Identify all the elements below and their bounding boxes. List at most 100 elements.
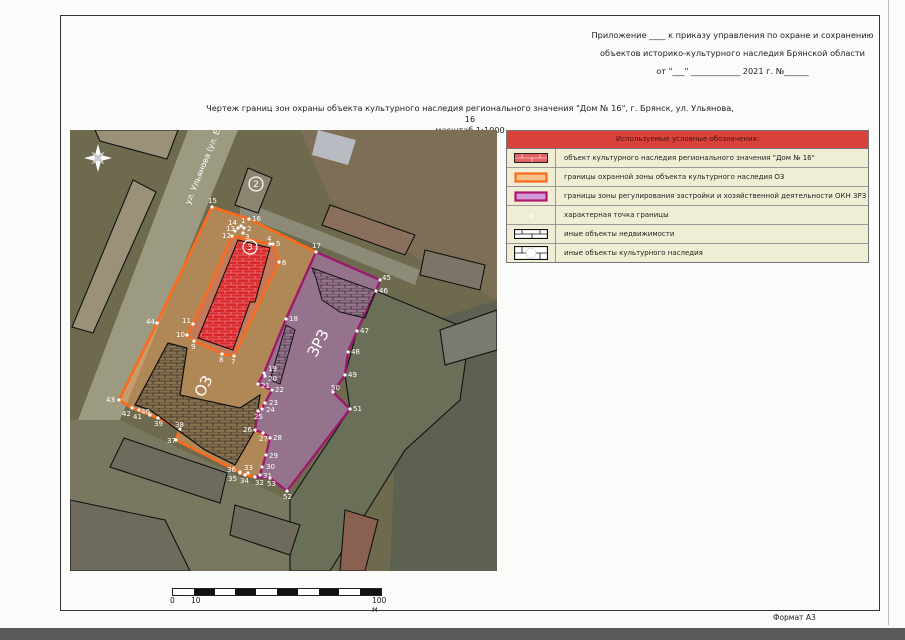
scale-segment	[339, 589, 361, 595]
boundary-point-label: 7	[231, 358, 235, 366]
boundary-point-label: 26	[243, 426, 252, 434]
boundary-point-label: 18	[289, 315, 298, 323]
boundary-point-label: 37	[167, 437, 176, 445]
boundary-point-6	[277, 260, 281, 264]
boundary-point-51	[348, 407, 352, 411]
white-dot-icon	[529, 214, 533, 218]
boundary-point-26	[253, 428, 257, 432]
boundary-point-16	[247, 217, 251, 221]
boundary-point-2	[242, 226, 246, 230]
boundary-point-19	[262, 371, 266, 375]
scale-segment	[173, 589, 194, 595]
boundary-point-label: 28	[273, 434, 282, 442]
boundary-point-label: 6	[282, 259, 287, 267]
boundary-point-43	[117, 398, 121, 402]
page-edge-line	[888, 0, 889, 625]
legend-label: характерная точка границы	[564, 211, 669, 219]
boundary-point-label: 27	[259, 435, 268, 443]
scale-segment	[318, 589, 340, 595]
boundary-point-label: 16	[252, 215, 261, 223]
legend-item: границы охранной зоны объекта культурног…	[507, 168, 868, 187]
boundary-point-17	[314, 250, 318, 254]
boundary-point-label: 1	[241, 217, 245, 225]
boundary-point-18	[284, 317, 288, 321]
title-main: Чертеж границ зон охраны объекта культур…	[206, 103, 734, 124]
boundary-point-label: 40	[141, 408, 150, 416]
boundary-point-label: 32	[255, 479, 264, 487]
appendix-line: Приложение ____ к приказу управления по …	[591, 30, 874, 40]
red-brick-icon	[514, 153, 548, 163]
boundary-point-44	[155, 321, 159, 325]
scale-start: 0	[170, 596, 175, 605]
scale-segment	[193, 589, 215, 595]
boundary-point-label: 42	[122, 410, 131, 418]
legend-label: границы зоны регулирования застройки и х…	[564, 192, 867, 200]
legend-label: иные объекты культурного наследия	[564, 249, 703, 257]
boundary-point-48	[346, 350, 350, 354]
boundary-point-label: 22	[275, 386, 284, 394]
scale-segment	[276, 589, 298, 595]
appendix-note: Приложение ____ к приказу управления по …	[590, 26, 875, 80]
scale-mid: 10	[191, 596, 201, 605]
boundary-point-label: 41	[133, 413, 142, 421]
scale-segment	[297, 589, 319, 595]
legend: Используемые условные обозначения: объек…	[506, 130, 869, 263]
scale-bar-segments	[172, 588, 382, 596]
boundary-point-label: 33	[244, 464, 253, 472]
scale-segment	[235, 589, 257, 595]
legend-item: границы зоны регулирования застройки и х…	[507, 187, 868, 206]
legend-item: иные объекты недвижимости	[507, 225, 868, 244]
boundary-point-24	[260, 407, 264, 411]
boundary-point-22	[270, 388, 274, 392]
boundary-point-23	[263, 401, 267, 405]
scale-segment	[214, 589, 236, 595]
orange-border-icon	[514, 171, 548, 183]
boundary-point-label: 10	[176, 331, 185, 339]
scale-segment	[360, 589, 381, 595]
black-brick-icon	[514, 229, 548, 239]
boundary-point-label: 4	[267, 235, 272, 243]
boundary-point-10	[185, 333, 189, 337]
boundary-point-label: 52	[283, 493, 292, 501]
boundary-point-label: 12	[222, 232, 231, 240]
boundary-point-label: 44	[146, 318, 155, 326]
boundary-point-label: 11	[182, 317, 191, 325]
legend-item: иные объекты культурного наследия	[507, 244, 868, 262]
boundary-point-5	[271, 242, 275, 246]
boundary-point-49	[343, 373, 347, 377]
purple-border-icon	[514, 190, 548, 202]
boundary-point-label: 36	[227, 466, 236, 474]
svg-text:2: 2	[253, 180, 259, 190]
paper-format: Формат А3	[773, 613, 816, 622]
legend-item: объект культурного наследия региональног…	[507, 149, 868, 168]
boundary-point-41	[137, 408, 141, 412]
legend-header: Используемые условные обозначения:	[507, 131, 868, 149]
map-area: 2 3 ОЗ ЗРЗ ул. Ульянова (ул. Елза 123456…	[70, 130, 497, 571]
boundary-point-label: 43	[106, 396, 115, 404]
scale-end: 100 м	[372, 596, 387, 614]
map-svg: 2 3 ОЗ ЗРЗ ул. Ульянова (ул. Елза 123 456…	[70, 130, 497, 571]
boundary-point-46	[374, 289, 378, 293]
boundary-point-label: 14	[228, 219, 237, 227]
boundary-point-label: 46	[379, 287, 388, 295]
boundary-point-label: 29	[269, 452, 278, 460]
boundary-point-label: 9	[191, 343, 195, 351]
boundary-point-36	[238, 470, 242, 474]
svg-text:3: 3	[247, 243, 253, 253]
legend-label: иные объекты недвижимости	[564, 230, 675, 238]
boundary-point-label: 53	[267, 480, 276, 488]
boundary-point-label: 21	[261, 382, 270, 390]
appendix-line: от "___" ____________ 2021 г. №______	[656, 66, 809, 76]
boundary-point-label: 38	[175, 421, 184, 429]
boundary-point-label: 49	[348, 371, 357, 379]
boundary-point-29	[264, 453, 268, 457]
boundary-point-20	[263, 374, 267, 378]
legend-item: характерная точка границы	[507, 206, 868, 225]
boundary-point-label: 50	[331, 384, 340, 392]
boundary-point-label: 5	[276, 240, 280, 248]
boundary-point-label: 2	[247, 225, 251, 233]
boundary-point-label: 17	[312, 242, 321, 250]
legend-label: границы охранной зоны объекта культурног…	[564, 173, 785, 181]
boundary-point-label: 35	[228, 475, 237, 483]
boundary-point-label: 15	[208, 197, 217, 205]
